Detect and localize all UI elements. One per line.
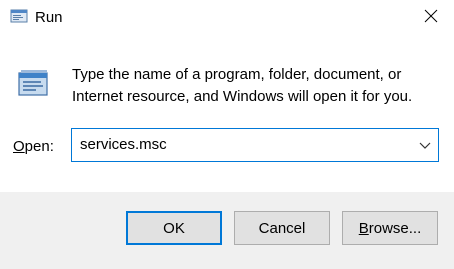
open-label: Open: (13, 137, 54, 157)
open-combobox[interactable]: services.msc (71, 128, 439, 162)
run-dialog: Run Type the name of a program, folder, (0, 0, 454, 269)
browse-label: rowse... (368, 219, 422, 237)
chevron-down-icon[interactable] (418, 138, 432, 152)
open-label-text: pen: (24, 138, 54, 155)
title-bar[interactable]: Run (0, 0, 454, 36)
dialog-content: Type the name of a program, folder, docu… (0, 36, 454, 192)
browse-accelerator: B (358, 219, 369, 237)
ok-button[interactable]: OK (126, 211, 222, 245)
browse-button[interactable]: Browse... (342, 211, 438, 245)
close-icon (424, 9, 438, 28)
open-input[interactable]: services.msc (80, 136, 167, 154)
close-button[interactable] (408, 0, 454, 36)
button-bar: OK Cancel Browse... (0, 192, 454, 269)
description-line-2: Internet resource, and Windows will open… (72, 88, 413, 105)
cancel-button[interactable]: Cancel (234, 211, 330, 245)
run-icon (10, 8, 28, 26)
open-label-accelerator: O (13, 138, 25, 155)
description-text: Type the name of a program, folder, docu… (72, 64, 442, 108)
window-title: Run (35, 9, 63, 26)
description-line-1: Type the name of a program, folder, docu… (72, 66, 402, 83)
run-program-icon (16, 66, 52, 102)
